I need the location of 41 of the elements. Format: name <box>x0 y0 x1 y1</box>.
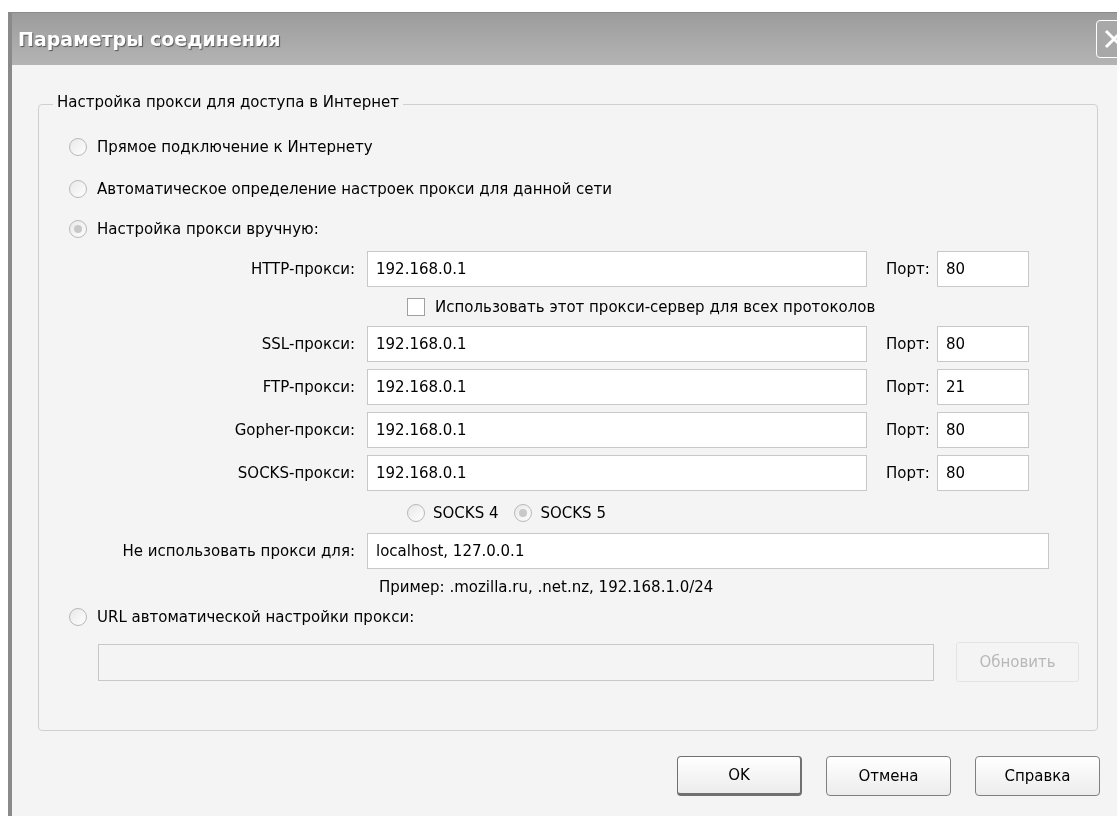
field-label: HTTP-прокси: <box>249 258 356 280</box>
port-field[interactable]: 80 <box>937 412 1029 448</box>
dialog-button[interactable]: Отмена <box>826 756 951 796</box>
field-label: SSL-прокси: <box>260 333 356 355</box>
field-label: Не использовать прокси для: <box>121 540 356 562</box>
field-label: Порт: <box>885 419 931 441</box>
radio-button[interactable] <box>407 504 425 522</box>
radio-label[interactable]: Настройка прокси вручную: <box>97 217 319 241</box>
example-text: Пример: .mozilla.ru, .net.nz, 192.168.1.0/24 <box>379 577 714 598</box>
field-label: Gopher-прокси: <box>233 419 356 441</box>
radio-label[interactable]: Автоматическое определение настроек прокси для данной сети <box>97 177 612 201</box>
input-field[interactable]: 192.168.0.1 <box>367 326 867 362</box>
port-field[interactable]: 80 <box>937 251 1029 287</box>
radio-label[interactable]: SOCKS 4 <box>433 501 499 525</box>
port-field[interactable]: 80 <box>937 326 1029 362</box>
window-title: Параметры соединения <box>18 26 281 52</box>
field-label: Порт: <box>885 333 931 355</box>
checkbox[interactable] <box>407 298 425 316</box>
port-field[interactable]: 80 <box>937 455 1029 491</box>
input-field[interactable]: 192.168.0.1 <box>367 369 867 405</box>
dialog-button[interactable]: OK <box>677 756 802 796</box>
radio-label[interactable]: URL автоматической настройки прокси: <box>97 605 415 629</box>
radio-label[interactable]: Прямое подключение к Интернету <box>97 135 373 159</box>
input-field[interactable]: 192.168.0.1 <box>367 455 867 491</box>
radio-button[interactable] <box>514 504 533 522</box>
input-field[interactable]: localhost, 127.0.0.1 <box>367 533 1049 569</box>
input-field[interactable]: 192.168.0.1 <box>367 251 867 287</box>
port-field[interactable]: 21 <box>937 369 1029 405</box>
radio-label[interactable]: SOCKS 5 <box>540 501 606 525</box>
dialog-button[interactable]: Справка <box>975 756 1100 796</box>
field-label: Порт: <box>885 462 931 484</box>
radio-button[interactable] <box>69 138 87 156</box>
input-field[interactable]: 192.168.0.1 <box>367 412 867 448</box>
radio-button[interactable] <box>69 180 87 198</box>
field-label: SOCKS-прокси: <box>236 462 356 484</box>
radio-button[interactable] <box>69 220 87 238</box>
field-label: FTP-прокси: <box>261 376 356 398</box>
checkbox-label[interactable]: Использовать этот прокси-сервер для всех протоколов <box>435 295 876 319</box>
radio-button[interactable] <box>69 608 87 626</box>
field-label: Порт: <box>885 258 931 280</box>
field-label: Порт: <box>885 376 931 398</box>
